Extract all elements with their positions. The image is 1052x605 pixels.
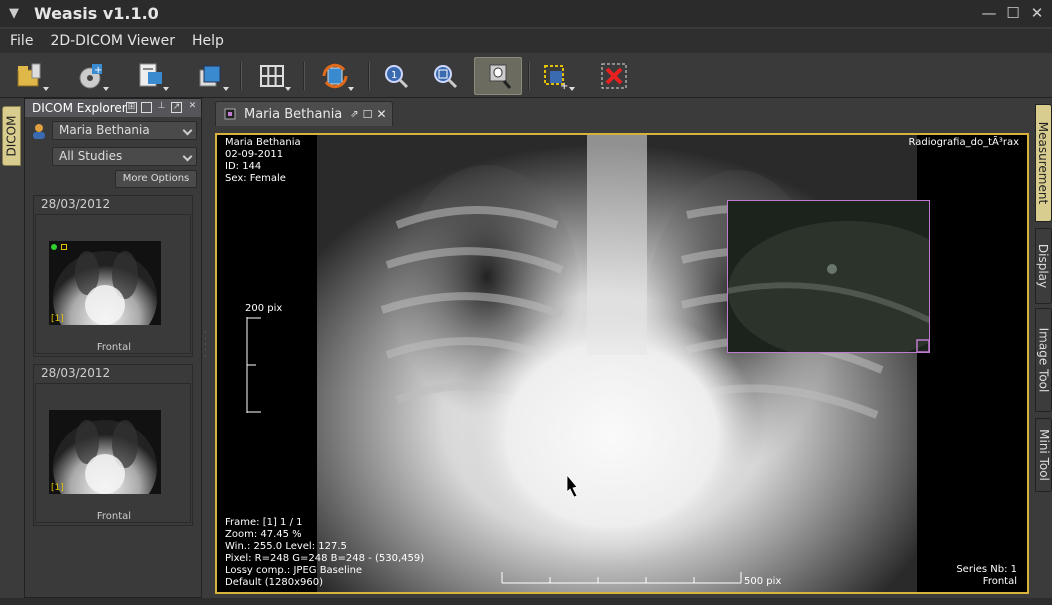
series-item[interactable]: [1] Frontal: [35, 214, 191, 354]
panel-splitter-handle[interactable]: · · · · ·: [204, 329, 208, 370]
menu-file[interactable]: File: [10, 33, 33, 49]
xray-thumbnail-image: [49, 241, 161, 325]
zoom-one-icon: 1: [385, 65, 409, 89]
display-side-tab[interactable]: Display: [1035, 228, 1052, 304]
window-title: Weasis v1.1.0: [34, 4, 159, 23]
series-thumbnail[interactable]: [1]: [49, 241, 161, 325]
measurement-side-tab[interactable]: Measurement: [1035, 104, 1052, 222]
horizontal-ruler: [501, 572, 742, 584]
sync-icon: [322, 63, 348, 89]
studies-filter-select[interactable]: All Studies: [52, 147, 197, 166]
tab-maximize-icon[interactable]: ☐: [363, 108, 373, 121]
xray-thumbnail-image: [49, 410, 161, 494]
image-info-overlay: Frame: [1] 1 / 1 Zoom: 47.45 % Win.: 255…: [225, 517, 425, 588]
viewer-tab-bar: Maria Bethania ⇗ ☐ ✕: [215, 101, 1034, 127]
menu-bar: File 2D-DICOM Viewer Help: [0, 29, 1052, 53]
document-export-icon: [139, 63, 162, 87]
zoom-fit-icon: [434, 65, 458, 89]
patient-info-overlay: Maria Bethania 02-09-2011 ID: 144 Sex: F…: [225, 137, 301, 184]
image-tool-side-tab[interactable]: Image Tool: [1035, 308, 1052, 412]
lossy-compression-warning: Lossy comp.: JPEG Baseline: [225, 565, 363, 576]
export-button[interactable]: [130, 57, 170, 95]
patient-user-icon: [33, 124, 45, 139]
status-bar: [0, 598, 1052, 605]
ruler-label: 500 pix: [744, 576, 782, 587]
magnified-region-image: [728, 201, 929, 352]
series-number-overlay: Series Nb: 1 Frontal: [956, 564, 1017, 587]
more-options-button[interactable]: More Options: [115, 170, 197, 188]
chevron-down-icon: [182, 125, 193, 136]
zoom-best-fit-button[interactable]: [425, 57, 465, 95]
synchronise-button[interactable]: [315, 57, 355, 95]
folder-open-icon: [17, 63, 41, 87]
dicom-tab-icon: [224, 108, 236, 120]
delete-measurements-button[interactable]: [594, 57, 634, 95]
chevron-down-icon: [182, 151, 193, 162]
window-menu-chevron-icon[interactable]: ▼: [0, 0, 28, 27]
tab-close-icon[interactable]: ✕: [377, 107, 387, 121]
series-label: Frontal: [96, 342, 132, 353]
import-dicom-button[interactable]: +: [70, 57, 110, 95]
svg-text:1: 1: [391, 70, 397, 81]
patient-row: Maria Bethania: [31, 121, 199, 141]
explorer-header: DICOM Explorer ⊞ ⊥ ↗ ✕: [25, 99, 201, 117]
title-bar: ▼ Weasis v1.1.0 — ☐ ✕: [0, 0, 1052, 27]
menu-help[interactable]: Help: [192, 33, 224, 49]
close-window-button[interactable]: ✕: [1026, 3, 1048, 23]
panel-maximize-icon[interactable]: [141, 102, 152, 113]
study-item[interactable]: 28/03/2012 [1] Frontal: [33, 195, 193, 357]
series-label: Frontal: [96, 511, 132, 522]
cd-add-icon: +: [79, 64, 102, 89]
print-button[interactable]: [190, 57, 230, 95]
select-rectangle-icon: +: [544, 65, 568, 92]
vertical-scale-bar: [246, 317, 261, 413]
dicom-explorer-panel: DICOM Explorer ⊞ ⊥ ↗ ✕ Maria Bethania Al…: [24, 98, 202, 598]
study-date: 28/03/2012: [41, 366, 111, 380]
series-item[interactable]: [1] Frontal: [35, 383, 191, 523]
svg-text:+: +: [560, 81, 568, 92]
study-item[interactable]: 28/03/2012 [1] Frontal: [33, 364, 193, 526]
series-description-overlay: Radiografia_do_tÃ³rax: [908, 137, 1019, 148]
main-toolbar: + 1 +: [0, 54, 1052, 98]
study-date: 28/03/2012: [41, 197, 111, 211]
grid-layout-icon: [260, 65, 284, 87]
stack-icon: [199, 65, 221, 87]
delete-x-icon: [601, 63, 627, 89]
layout-button[interactable]: [252, 57, 292, 95]
dicom-side-tab[interactable]: DICOM: [2, 106, 21, 166]
minimize-button[interactable]: —: [978, 3, 1000, 23]
scale-label: 200 pix: [245, 303, 283, 314]
image-viewer[interactable]: Maria Bethania 02-09-2011 ID: 144 Sex: F…: [215, 133, 1029, 594]
patient-select[interactable]: Maria Bethania: [52, 121, 197, 140]
mini-tool-side-tab[interactable]: Mini Tool: [1035, 418, 1052, 492]
panel-grid-icon[interactable]: ⊞: [126, 102, 137, 113]
panel-float-icon[interactable]: ↗: [171, 102, 182, 113]
selected-marker-icon: [61, 244, 67, 250]
status-dot-green: [51, 244, 57, 250]
svg-text:+: +: [94, 65, 102, 76]
open-import-button[interactable]: [10, 57, 50, 95]
mouse-icon: [489, 64, 512, 89]
tab-float-icon[interactable]: ⇗: [350, 109, 358, 120]
panel-close-icon[interactable]: ✕: [187, 102, 198, 113]
explorer-title: DICOM Explorer: [32, 101, 127, 115]
zoom-actual-size-button[interactable]: 1: [376, 57, 416, 95]
menu-2d-dicom-viewer[interactable]: 2D-DICOM Viewer: [50, 33, 175, 49]
magnifier-minitool[interactable]: [727, 200, 930, 353]
maximize-button[interactable]: ☐: [1002, 3, 1024, 23]
measure-draw-button[interactable]: +: [536, 57, 576, 95]
mouse-action-button[interactable]: [474, 57, 522, 95]
panel-pin-icon[interactable]: ⊥: [156, 102, 167, 113]
viewer-tab-maria-bethania[interactable]: Maria Bethania ⇗ ☐ ✕: [215, 101, 393, 126]
series-thumbnail[interactable]: [1]: [49, 410, 161, 494]
